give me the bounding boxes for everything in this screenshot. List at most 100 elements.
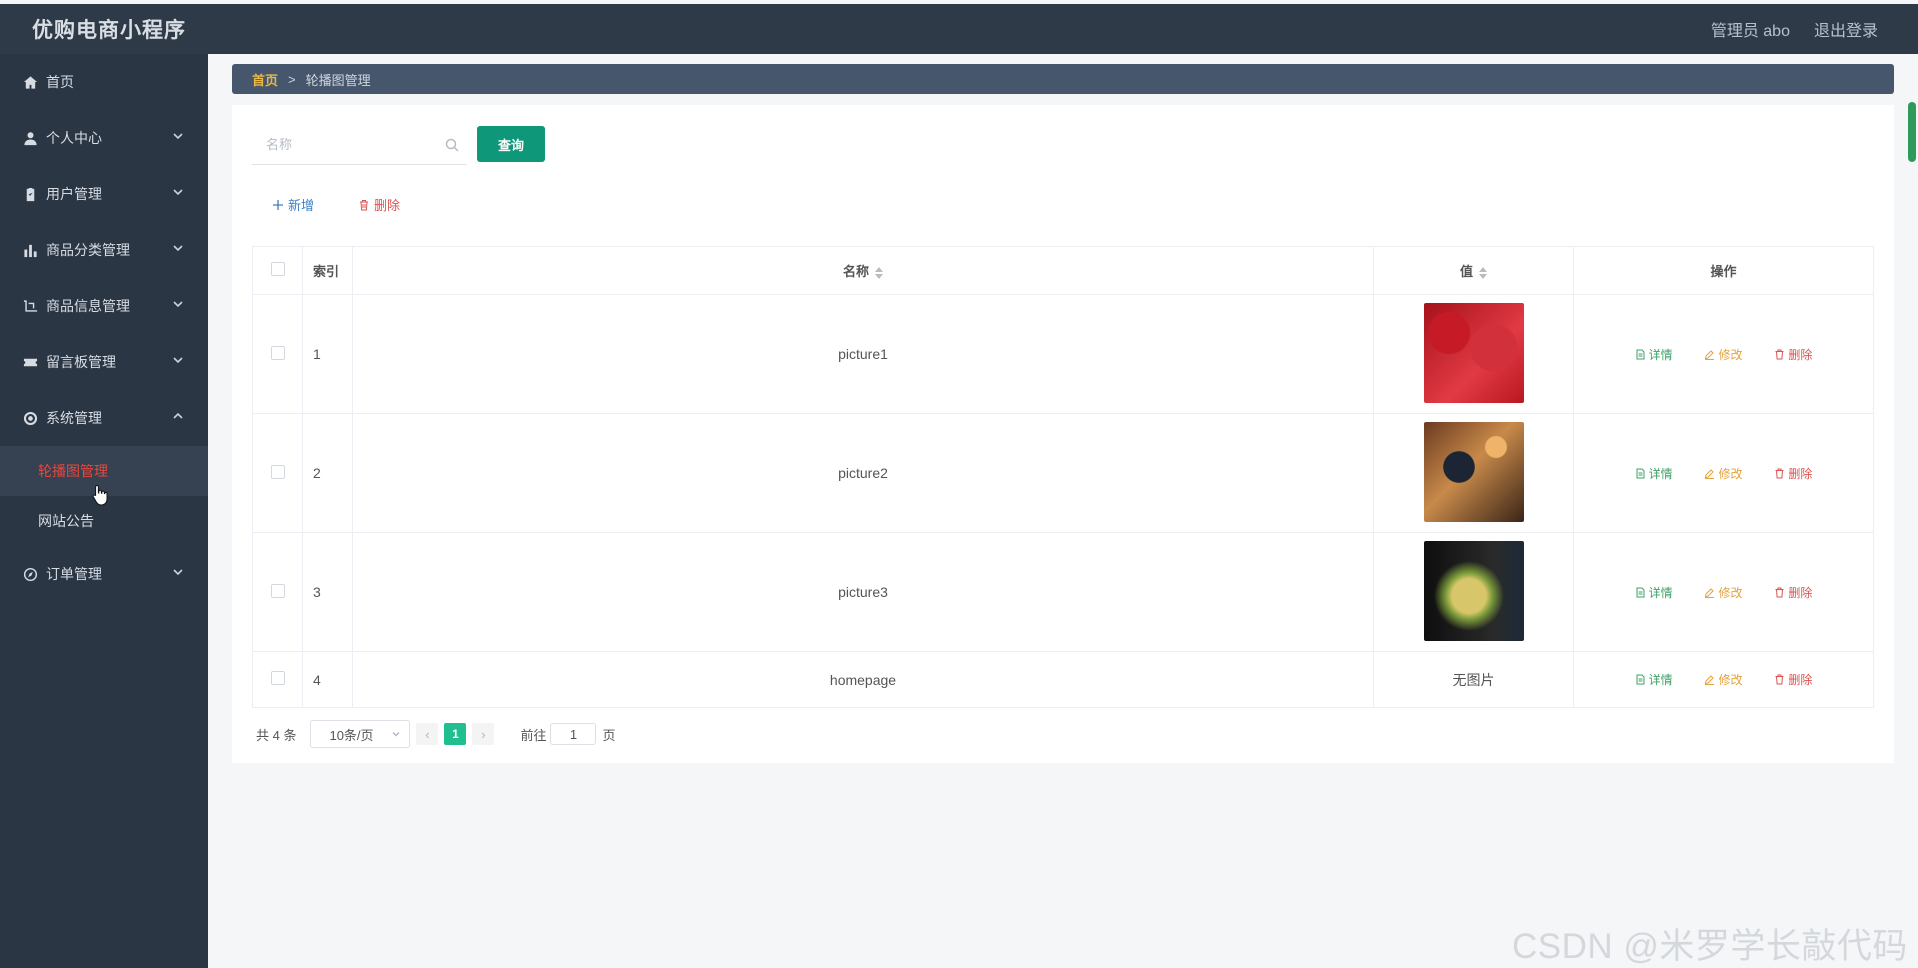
detail-button[interactable]: 详情 <box>1635 584 1673 601</box>
sidebar-item-label: 商品信息管理 <box>46 298 130 314</box>
next-page-button[interactable]: › <box>472 723 495 745</box>
search-input[interactable] <box>252 125 467 164</box>
delete-button[interactable]: 删除 <box>1774 584 1812 601</box>
select-all-checkbox[interactable] <box>270 262 285 276</box>
table-row: 1 picture1 详情 修改 删除 <box>252 294 1874 414</box>
delete-label: 删除 <box>1788 466 1813 481</box>
delete-button[interactable]: 删除 <box>1774 465 1812 482</box>
app-title: 优购电商小程序 <box>32 19 186 42</box>
row-ops: 详情 修改 删除 <box>1573 651 1874 708</box>
detail-button[interactable]: 详情 <box>1635 465 1673 482</box>
document-icon <box>1636 468 1645 478</box>
breadcrumb-current: 轮播图管理 <box>305 72 371 88</box>
edit-button[interactable]: 修改 <box>1704 584 1743 601</box>
delete-button[interactable]: 删除 <box>1774 346 1812 363</box>
row-select-cell <box>252 294 303 414</box>
row-value <box>1373 294 1574 414</box>
add-button-label: 新增 <box>288 198 315 213</box>
home-icon <box>22 74 38 90</box>
delete-button[interactable]: 删除 <box>1774 671 1812 688</box>
breadcrumb-separator: > <box>288 71 296 87</box>
chevron-down-icon <box>172 297 186 311</box>
sidebar-item-label: 订单管理 <box>46 566 102 582</box>
sidebar-item-label: 商品分类管理 <box>46 242 130 258</box>
row-name: homepage <box>352 651 1374 708</box>
table-row: 4 homepage 无图片 详情 修改 删除 <box>252 651 1874 708</box>
edit-button[interactable]: 修改 <box>1704 671 1743 688</box>
row-value: 无图片 <box>1373 651 1574 708</box>
detail-label: 详情 <box>1648 466 1673 481</box>
sidebar-item-user-management[interactable]: 用户管理 <box>0 166 208 222</box>
sidebar: 首页 个人中心 用户管理 商品分类管理 商品信息管理 留言板管理 系统管理 轮播… <box>0 54 208 968</box>
detail-button[interactable]: 详情 <box>1635 671 1673 688</box>
edit-button[interactable]: 修改 <box>1704 346 1743 363</box>
header-name[interactable]: 名称 <box>352 246 1374 295</box>
detail-label: 详情 <box>1648 585 1673 600</box>
sidebar-item-category-management[interactable]: 商品分类管理 <box>0 222 208 278</box>
table-row: 3 picture3 详情 修改 删除 <box>252 532 1874 652</box>
sidebar-item-label: 个人中心 <box>46 130 102 146</box>
row-checkbox[interactable] <box>270 464 285 479</box>
pagination: 共 4 条 10条/页 ‹ 1 › 前往 页 <box>256 720 616 748</box>
bulk-delete-button[interactable]: 删除 <box>358 195 400 214</box>
sidebar-item-label: 用户管理 <box>46 186 102 202</box>
table-row: 2 picture2 详情 修改 删除 <box>252 413 1874 533</box>
detail-label: 详情 <box>1648 347 1673 362</box>
bar-chart-icon <box>22 242 38 258</box>
watermark: CSDN @米罗学长敲代码 <box>1512 927 1908 966</box>
carousel-image-thumbnail[interactable] <box>1423 540 1524 641</box>
document-icon <box>1636 587 1645 597</box>
sidebar-item-system-management[interactable]: 系统管理 <box>0 390 208 446</box>
carousel-image-thumbnail[interactable] <box>1423 302 1524 403</box>
row-name: picture3 <box>352 532 1374 652</box>
edit-button[interactable]: 修改 <box>1704 465 1743 482</box>
row-checkbox[interactable] <box>270 583 285 598</box>
row-index: 1 <box>302 294 353 414</box>
goto-suffix: 页 <box>602 727 616 743</box>
chevron-down-icon <box>172 565 186 579</box>
page-size-value: 10条/页 <box>329 727 374 743</box>
delete-label: 删除 <box>1788 673 1813 687</box>
chevron-down-icon <box>392 731 400 737</box>
clipboard-icon <box>22 186 38 202</box>
carousel-table: 索引 名称 值 操作 1 picture1 详情 修改 删除 2 picture… <box>252 246 1874 708</box>
sidebar-item-order-management[interactable]: 订单管理 <box>0 546 208 602</box>
edit-icon <box>1705 468 1715 479</box>
row-checkbox[interactable] <box>270 671 285 685</box>
row-checkbox[interactable] <box>270 345 285 360</box>
sidebar-item-home[interactable]: 首页 <box>0 54 208 110</box>
table-header-row: 索引 名称 值 操作 <box>252 246 1874 295</box>
page-scrollbar[interactable] <box>1908 102 1916 162</box>
page-number-current[interactable]: 1 <box>444 723 467 745</box>
row-name: picture2 <box>352 413 1374 533</box>
delete-label: 删除 <box>1788 347 1813 362</box>
header-value[interactable]: 值 <box>1373 246 1574 295</box>
sidebar-item-message-board[interactable]: 留言板管理 <box>0 334 208 390</box>
row-index: 3 <box>302 532 353 652</box>
document-icon <box>1636 674 1645 685</box>
sidebar-item-personal-center[interactable]: 个人中心 <box>0 110 208 166</box>
settings-icon <box>22 410 38 426</box>
chevron-down-icon <box>172 129 186 143</box>
edit-label: 修改 <box>1718 673 1743 687</box>
query-button[interactable]: 查询 <box>477 126 545 162</box>
add-button[interactable]: 新增 <box>272 195 314 214</box>
page-size-select[interactable]: 10条/页 <box>310 720 411 748</box>
logout-button[interactable]: 退出登录 <box>1814 17 1878 41</box>
sidebar-item-label: 首页 <box>46 74 74 90</box>
goto-page-input[interactable] <box>550 723 597 745</box>
ticket-icon <box>22 354 38 370</box>
breadcrumb-home-link[interactable]: 首页 <box>252 70 278 89</box>
search-icon <box>445 138 459 152</box>
main-panel: 查询 新增 删除 索引 名称 值 操作 1 picture1 详情 <box>232 105 1894 763</box>
delete-label: 删除 <box>1788 585 1813 600</box>
carousel-image-thumbnail[interactable] <box>1423 421 1524 522</box>
compass-icon <box>22 566 38 582</box>
bulk-delete-label: 删除 <box>374 198 401 213</box>
sidebar-item-product-management[interactable]: 商品信息管理 <box>0 278 208 334</box>
trash-icon <box>1775 674 1784 685</box>
detail-button[interactable]: 详情 <box>1635 346 1673 363</box>
header-value-label: 值 <box>1459 264 1473 279</box>
hand-cursor-icon <box>92 484 108 506</box>
prev-page-button[interactable]: ‹ <box>416 723 439 745</box>
